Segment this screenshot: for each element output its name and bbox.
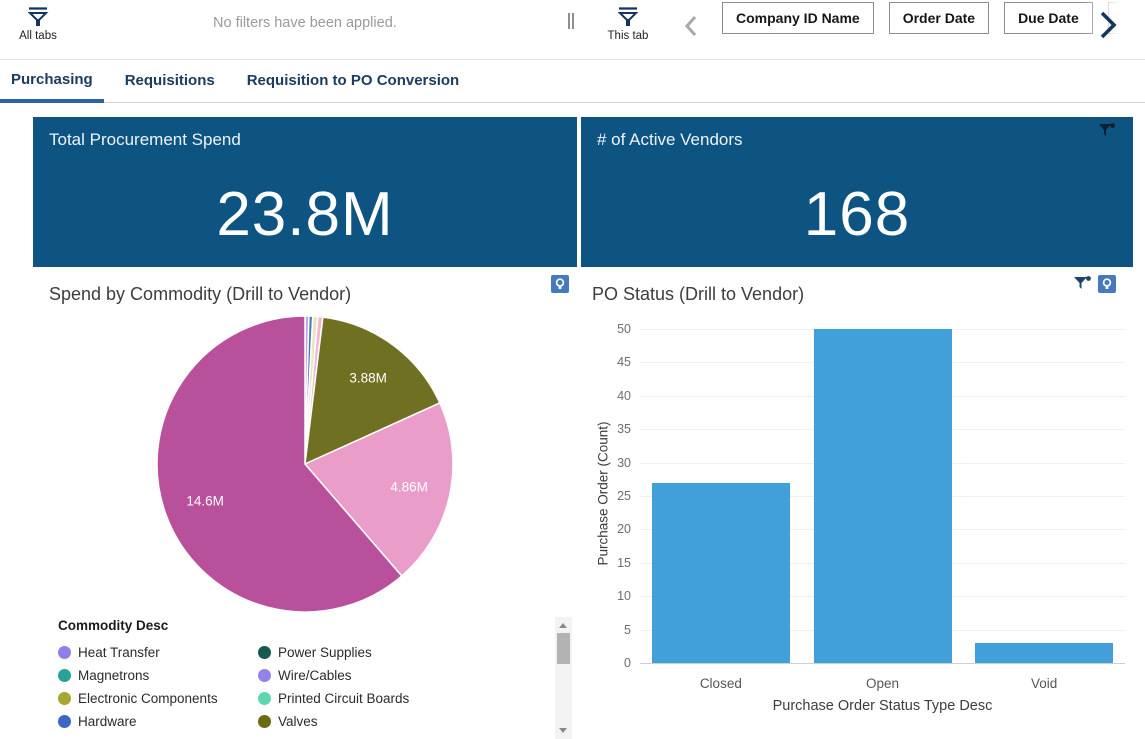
legend-color-dot [258, 715, 271, 728]
panel-title: PO Status (Drill to Vendor) [592, 284, 804, 305]
y-tick-label: 20 [581, 522, 631, 536]
pie-legend: Commodity Desc Heat Transfer Magnetrons El… [58, 618, 543, 733]
legend-item[interactable]: Wire/Cables [258, 664, 543, 687]
all-tabs-label: All tabs [19, 30, 57, 42]
legend-label: Heat Transfer [78, 645, 160, 660]
kpi-card-active-vendors[interactable]: # of Active Vendors 168 [581, 117, 1133, 267]
this-tab-label: This tab [608, 30, 649, 42]
legend-color-dot [258, 646, 271, 659]
y-tick-label: 25 [581, 489, 631, 503]
legend-color-dot [258, 669, 271, 682]
filter-chip[interactable]: Order Date [889, 2, 989, 34]
x-tick-label: Closed [641, 676, 801, 691]
legend-label: Printed Circuit Boards [278, 691, 409, 706]
all-tabs-filter-button[interactable]: All tabs [8, 6, 68, 42]
y-tick-label: 45 [581, 355, 631, 369]
gridline [640, 663, 1125, 664]
filter-applied-icon[interactable] [1073, 275, 1092, 293]
y-tick-label: 15 [581, 556, 631, 570]
legend-color-dot [58, 715, 71, 728]
insight-icon[interactable] [1098, 275, 1116, 293]
legend-label: Hardware [78, 714, 137, 729]
bar-open[interactable] [814, 329, 952, 663]
spend-by-commodity-widget: Spend by Commodity (Drill to Vendor) 3.8… [33, 270, 577, 739]
kpi-card-total-procurement-spend[interactable]: Total Procurement Spend 23.8M [33, 117, 577, 267]
scroll-up-arrow-icon[interactable] [559, 623, 567, 628]
filter-applied-icon[interactable] [1098, 122, 1116, 140]
bar-chart [640, 322, 1125, 664]
scroll-chips-left-button[interactable] [681, 14, 701, 41]
legend-label: Wire/Cables [278, 668, 352, 683]
legend-label: Electronic Components [78, 691, 218, 706]
this-tab-filter-button[interactable]: This tab [598, 6, 658, 42]
y-tick-label: 50 [581, 322, 631, 336]
legend-title: Commodity Desc [58, 618, 543, 633]
tab-purchasing[interactable]: Purchasing [0, 61, 104, 103]
legend-item[interactable]: Heat Transfer [58, 641, 258, 664]
x-tick-label: Open [803, 676, 963, 691]
splitter-handle[interactable] [568, 13, 574, 29]
legend-item[interactable]: Power Supplies [258, 641, 543, 664]
pie-chart: 3.88M 4.86M 14.6M [155, 314, 455, 614]
legend-item[interactable]: Valves [258, 710, 543, 733]
y-tick-label: 30 [581, 456, 631, 470]
pie-slice-label: 4.86M [390, 479, 428, 494]
filter-bar: All tabs No filters have been applied. T… [0, 0, 1145, 60]
pie-slice-label: 3.88M [349, 371, 387, 386]
filter-funnel-icon [26, 6, 50, 28]
insight-icon[interactable] [551, 275, 569, 293]
legend-color-dot [58, 669, 71, 682]
legend-label: Valves [278, 714, 318, 729]
legend-item[interactable]: Printed Circuit Boards [258, 687, 543, 710]
x-tick-label: Void [964, 676, 1124, 691]
legend-color-dot [58, 692, 71, 705]
tab-requisition-to-po-conversion[interactable]: Requisition to PO Conversion [236, 61, 471, 103]
y-tick-label: 40 [581, 389, 631, 403]
legend-label: Power Supplies [278, 645, 372, 660]
kpi-value: 168 [581, 179, 1133, 250]
y-tick-label: 5 [581, 623, 631, 637]
y-tick-label: 10 [581, 589, 631, 603]
legend-color-dot [58, 646, 71, 659]
legend-label: Magnetrons [78, 668, 149, 683]
legend-item[interactable]: Magnetrons [58, 664, 258, 687]
bar-void[interactable] [975, 643, 1113, 663]
legend-item[interactable]: Electronic Components [58, 687, 258, 710]
kpi-title: # of Active Vendors [581, 117, 1133, 150]
bar-closed[interactable] [652, 483, 790, 663]
filter-funnel-icon [616, 6, 640, 28]
legend-item[interactable]: Hardware [58, 710, 258, 733]
lightbulb-icon [1098, 275, 1116, 293]
scrollbar-thumb[interactable] [557, 633, 570, 664]
kpi-title: Total Procurement Spend [33, 117, 577, 150]
legend-scrollbar[interactable] [555, 617, 572, 739]
legend-color-dot [258, 692, 271, 705]
y-tick-label: 35 [581, 422, 631, 436]
filter-chip-list: Company ID NameOrder DateDue DateV [722, 2, 1145, 36]
po-status-widget: PO Status (Drill to Vendor) Purchase Ord… [581, 270, 1133, 739]
chevron-left-icon [681, 14, 701, 38]
chevron-right-icon [1094, 9, 1120, 41]
scroll-chips-right-button[interactable] [1094, 9, 1120, 44]
kpi-value: 23.8M [33, 179, 577, 250]
lightbulb-icon [551, 275, 569, 293]
no-filters-message: No filters have been applied. [213, 15, 397, 31]
pie-slice-label: 14.6M [186, 494, 224, 509]
y-tick-label: 0 [581, 656, 631, 670]
tab-requisitions[interactable]: Requisitions [114, 61, 226, 103]
x-axis-title: Purchase Order Status Type Desc [640, 698, 1125, 714]
filter-chip[interactable]: Company ID Name [722, 2, 874, 34]
filter-chip[interactable]: Due Date [1004, 2, 1093, 34]
panel-title: Spend by Commodity (Drill to Vendor) [49, 284, 351, 305]
dashboard-tab-bar: PurchasingRequisitionsRequisition to PO … [0, 61, 1145, 103]
scroll-down-arrow-icon[interactable] [559, 728, 567, 733]
